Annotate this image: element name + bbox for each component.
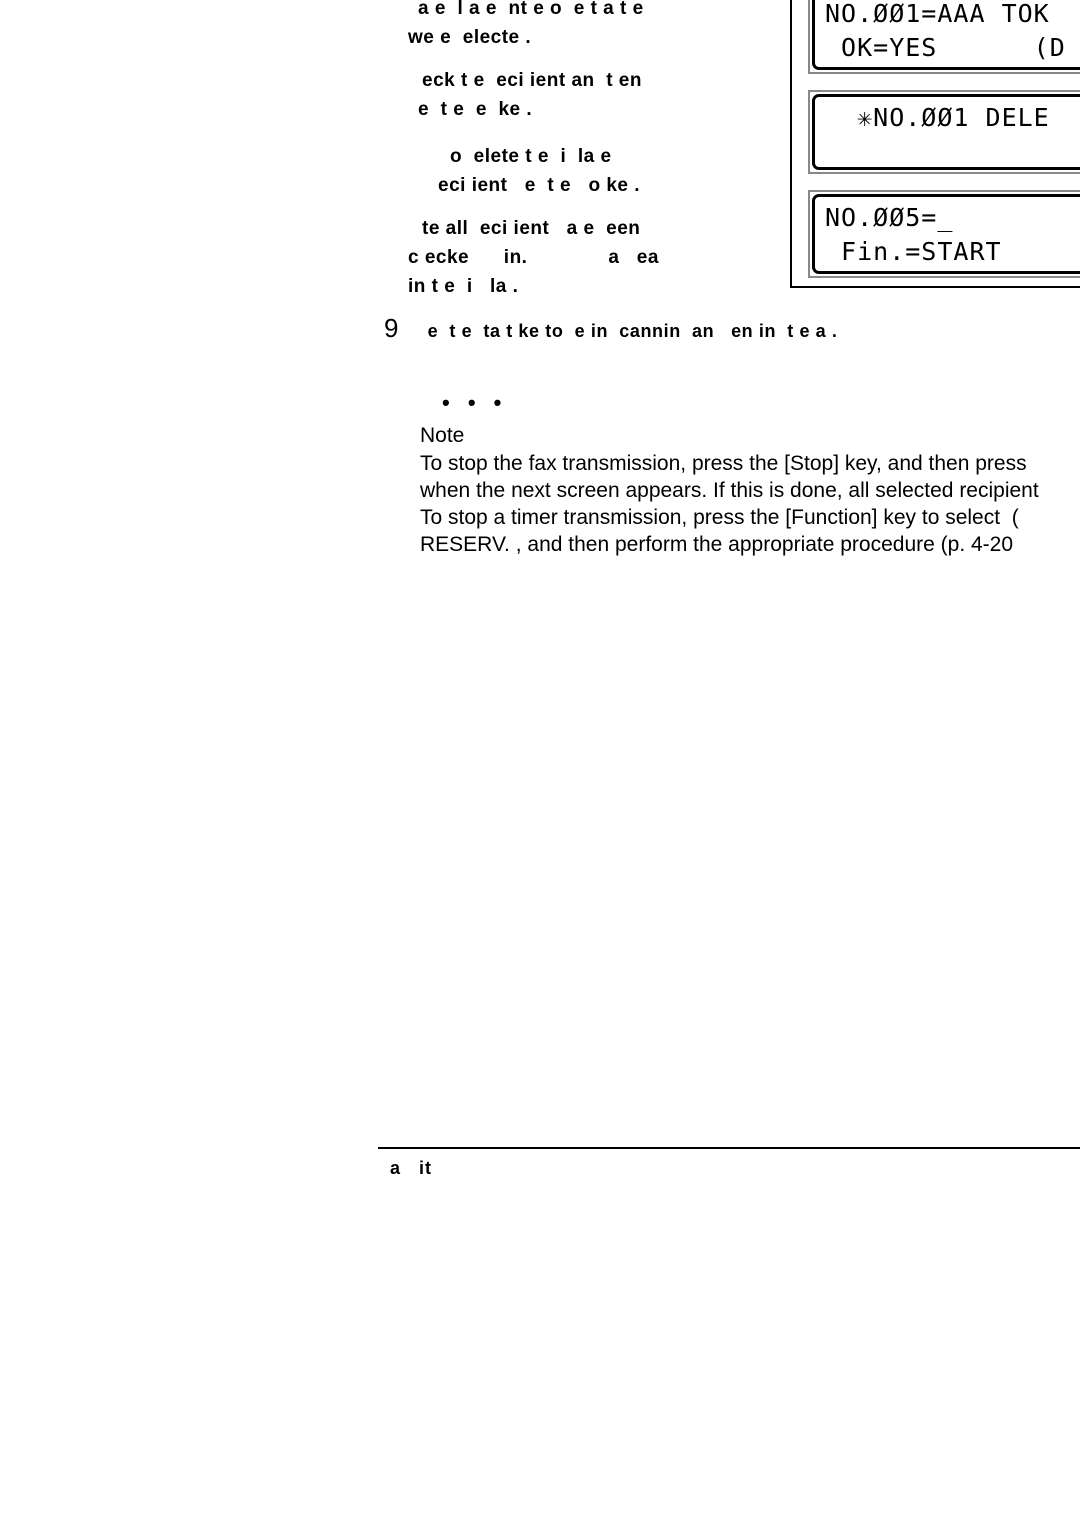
note-line: when the next screen appears. If this is… [420,479,1039,502]
lcd-line: Fin.=START [825,237,1002,266]
body-line: c ecke in. a ea [408,247,659,268]
note-line: To stop a timer transmission, press the … [420,506,1019,529]
procedure-step: 9 e t e ta t ke to e in cannin an en in … [384,312,1080,347]
body-line: a e l a e nt e o e t a t e [418,0,644,19]
lcd-panel-recipient-confirm: NO.ØØ1=AAA TOK OK=YES (D [808,0,1080,74]
lcd-line: NO.ØØ5=_ [825,203,954,232]
step-text: e t e ta t ke to e in cannin an en in t … [422,321,838,341]
body-line: te all eci ient a e een [422,218,641,239]
body-line: we e electe . [408,27,532,48]
lcd-illustration-group: NO.ØØ1=AAA TOK OK=YES (D ✳NO.ØØ1 DELE NO… [790,0,1080,288]
lcd-line: OK=YES (D [825,33,1066,62]
body-line: in t e i la . [408,276,519,297]
note-line: RESERV. , and then perform the appropria… [420,533,1014,556]
footer-divider [378,1147,1080,1149]
footer-text: a it [390,1158,433,1178]
step-number: 9 [384,313,399,343]
note-title: Note [420,424,465,447]
body-line: e t e e ke . [418,99,533,120]
body-line: eci ient e t e o ke . [438,175,641,196]
lcd-line: ✳NO.ØØ1 DELE [825,103,1050,132]
body-line: eck t e eci ient an t en [422,70,642,91]
note-bullet-dots-icon: • • • [442,390,508,415]
body-line: o elete t e i la e [450,146,612,167]
lcd-line: NO.ØØ1=AAA TOK [825,0,1050,28]
lcd-screen-area: NO.ØØ1=AAA TOK OK=YES (D [812,0,1080,70]
note-block: • • • Note To stop the fax transmission,… [420,392,1080,558]
procedure-body-text: a e l a e nt e o e t a t e we e electe .… [408,0,808,301]
lcd-panel-next-entry: NO.ØØ5=_ Fin.=START [808,190,1080,278]
note-line: To stop the fax transmission, press the … [420,452,1027,475]
lcd-screen-area: NO.ØØ5=_ Fin.=START [812,194,1080,274]
lcd-screen-area: ✳NO.ØØ1 DELE [812,94,1080,170]
lcd-panel-delete-confirm: ✳NO.ØØ1 DELE [808,90,1080,174]
